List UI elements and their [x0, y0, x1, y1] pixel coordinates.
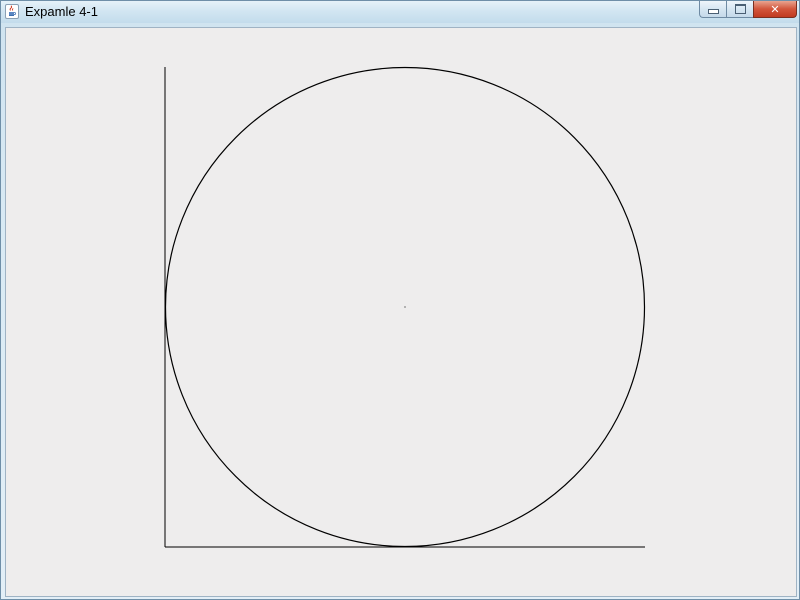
drawing-panel — [5, 27, 797, 597]
app-window: Expamle 4-1 ✕ — [0, 0, 800, 600]
minimize-button[interactable] — [699, 1, 726, 18]
window-title: Expamle 4-1 — [25, 4, 98, 19]
caption-buttons: ✕ — [699, 1, 797, 18]
title-bar[interactable]: Expamle 4-1 ✕ — [1, 1, 799, 23]
drawing-canvas — [164, 66, 646, 548]
center-point — [404, 306, 406, 308]
java-coffee-cup-icon — [5, 4, 19, 19]
maximize-button[interactable] — [726, 1, 753, 18]
close-button[interactable]: ✕ — [753, 1, 797, 18]
minimize-icon — [707, 9, 719, 14]
maximize-icon — [734, 4, 746, 14]
close-icon: ✕ — [770, 2, 780, 16]
